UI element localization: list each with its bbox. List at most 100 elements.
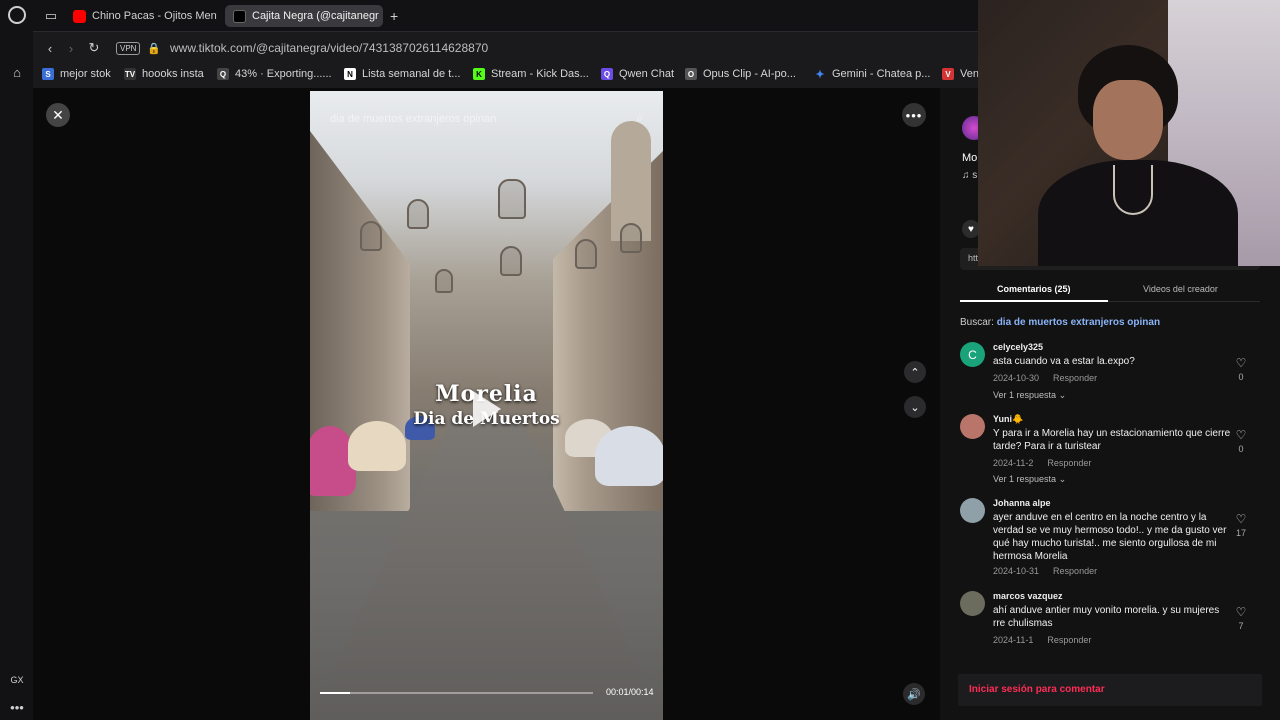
video-player[interactable]: dia de muertos extranjeros opinan ⌕ More… xyxy=(310,91,663,720)
reply-button[interactable]: Responder xyxy=(1047,458,1091,468)
lock-icon[interactable]: 🔒 xyxy=(146,40,162,56)
webcam-necklace xyxy=(1113,165,1153,215)
video-time: 00:01/00:14 xyxy=(606,687,654,697)
bookmark-item[interactable]: Q 43% · Exporting...... xyxy=(217,68,332,80)
avatar[interactable]: C xyxy=(960,342,985,367)
bookmark-item[interactable]: ✦ Gemini - Chatea p... xyxy=(814,68,931,81)
volume-icon[interactable]: 🔊 xyxy=(903,683,925,705)
like-count: 17 xyxy=(1235,528,1246,538)
bookmark-icon: Q xyxy=(217,68,229,80)
active-tab-indicator xyxy=(960,300,1108,302)
bookmark-icon: V xyxy=(942,68,954,80)
lantern xyxy=(360,221,382,251)
login-to-comment-button[interactable]: Iniciar sesión para comentar xyxy=(958,674,1262,706)
opus-icon: O xyxy=(685,68,697,80)
avatar[interactable] xyxy=(960,591,985,616)
comment-like[interactable]: ♡ 0 xyxy=(1234,356,1248,382)
comment-date: 2024-11-1 xyxy=(993,635,1034,645)
bookmark-label: hoooks insta xyxy=(142,68,204,80)
comment-date: 2024-11-2 xyxy=(993,458,1034,468)
vpn-badge[interactable]: VPN xyxy=(116,42,141,55)
tab-comments[interactable]: Comentarios (25) xyxy=(997,284,1071,294)
lantern xyxy=(435,269,453,293)
kick-icon: K xyxy=(473,68,485,80)
gemini-icon: ✦ xyxy=(815,68,825,81)
browser-sidebar: ⌂ GX ••• xyxy=(0,0,33,720)
previous-video-icon[interactable]: ⌃ xyxy=(904,361,926,383)
bookmark-label: Opus Clip - AI-po... xyxy=(703,68,796,80)
chevron-down-icon: ⌄ xyxy=(1058,390,1067,400)
heart-icon: ♡ xyxy=(1235,605,1247,619)
bookmark-label: Gemini - Chatea p... xyxy=(832,68,931,80)
comment-username[interactable]: Johanna alpe xyxy=(993,498,1051,508)
avatar[interactable] xyxy=(960,498,985,523)
reply-button[interactable]: Responder xyxy=(1053,373,1097,383)
video-search-overlay[interactable]: dia de muertos extranjeros opinan xyxy=(330,113,496,125)
comment-username[interactable]: Yuni🐥 xyxy=(993,414,1023,425)
lantern xyxy=(500,246,522,276)
close-icon[interactable]: ✕ xyxy=(46,103,70,127)
reply-button[interactable]: Responder xyxy=(1053,566,1097,576)
progress-fill xyxy=(320,692,351,694)
bookmark-item[interactable]: Q Qwen Chat xyxy=(601,68,674,80)
bookmark-item[interactable]: N Lista semanal de t... xyxy=(344,68,460,80)
comment-like[interactable]: ♡ 0 xyxy=(1234,428,1248,454)
bookmark-label: Lista semanal de t... xyxy=(362,68,461,80)
qwen-icon: Q xyxy=(601,68,613,80)
chevron-down-icon: ⌄ xyxy=(1058,474,1067,484)
tab-label: Cajita Negra (@cajitanegr xyxy=(252,10,379,22)
bookmark-item[interactable]: TV hoooks insta xyxy=(124,68,204,80)
bookmark-item[interactable]: Smejor stok xyxy=(42,68,111,80)
url-field[interactable]: www.tiktok.com/@cajitanegra/video/743138… xyxy=(170,41,488,55)
search-icon[interactable]: ⌕ xyxy=(636,111,643,126)
comment-text: ayer anduve en el centro en la noche cen… xyxy=(993,512,1227,562)
webcam-overlay xyxy=(978,0,1280,266)
view-replies[interactable]: Ver 1 respuesta ⌄ xyxy=(993,474,1066,485)
new-tab-button[interactable]: + xyxy=(385,5,407,27)
tab-youtube[interactable]: Chino Pacas - Ojitos Ment xyxy=(65,5,217,27)
comment-like[interactable]: ♡ 7 xyxy=(1234,605,1248,631)
related-search[interactable]: Buscar: dia de muertos extranjeros opina… xyxy=(960,317,1160,328)
bookmark-item[interactable]: V Ven xyxy=(942,68,979,80)
next-video-icon[interactable]: ⌄ xyxy=(904,396,926,418)
comment-tabs: Comentarios (25) Videos del creador xyxy=(960,278,1260,302)
opera-logo-icon[interactable] xyxy=(8,6,26,24)
tab-manager-icon[interactable]: ▭ xyxy=(41,6,61,26)
play-icon[interactable] xyxy=(473,391,501,427)
bookmark-item[interactable]: O Opus Clip - AI-po... xyxy=(685,68,796,80)
comment-item: Johanna alpe ayer anduve en el centro en… xyxy=(960,498,1260,582)
reply-button[interactable]: Responder xyxy=(1047,635,1091,645)
comment-item: Yuni🐥 Y para ir a Morelia hay un estacio… xyxy=(960,414,1260,490)
more-icon[interactable]: ••• xyxy=(7,697,27,717)
bookmark-item[interactable]: K Stream - Kick Das... xyxy=(473,68,589,80)
comment-username[interactable]: celycely325 xyxy=(993,342,1043,352)
search-label: Buscar: xyxy=(960,317,994,328)
gx-label[interactable]: GX xyxy=(7,670,27,690)
view-replies[interactable]: Ver 1 respuesta ⌄ xyxy=(993,390,1066,401)
heart-icon: ♡ xyxy=(1235,512,1247,526)
progress-bar[interactable] xyxy=(320,692,593,694)
forward-icon[interactable]: › xyxy=(63,40,79,56)
bookmark-label: mejor stok xyxy=(60,68,111,80)
search-query-link[interactable]: dia de muertos extranjeros opinan xyxy=(997,317,1160,328)
comment-username[interactable]: marcos vazquez xyxy=(993,591,1063,601)
heart-icon: ♡ xyxy=(1235,356,1247,370)
workspace-icon[interactable]: ⌂ xyxy=(7,62,27,82)
comment-item: C celycely325 asta cuando va a estar la.… xyxy=(960,342,1260,404)
music-line[interactable]: ♫ s xyxy=(962,170,977,181)
comment-item: marcos vazquez ahí anduve antier muy von… xyxy=(960,591,1260,651)
lantern xyxy=(407,199,429,229)
back-icon[interactable]: ‹ xyxy=(42,40,58,56)
comment-text: asta cuando va a estar la.expo? xyxy=(993,356,1135,367)
video-viewer: ✕ ••• dia de muertos extranjeros opinan … xyxy=(33,88,940,720)
avatar[interactable] xyxy=(960,414,985,439)
comment-meta: 2024-10-31 Responder xyxy=(993,566,1111,576)
tab-tiktok[interactable]: Cajita Negra (@cajitanegr xyxy=(225,5,383,27)
comment-like[interactable]: ♡ 17 xyxy=(1234,512,1248,538)
like-count: 7 xyxy=(1238,621,1244,631)
tab-creator-videos[interactable]: Videos del creador xyxy=(1143,284,1218,294)
more-options-icon[interactable]: ••• xyxy=(902,103,926,127)
bookmark-label: Stream - Kick Das... xyxy=(491,68,589,80)
lantern xyxy=(620,223,642,253)
reload-icon[interactable]: ↻ xyxy=(86,40,102,56)
